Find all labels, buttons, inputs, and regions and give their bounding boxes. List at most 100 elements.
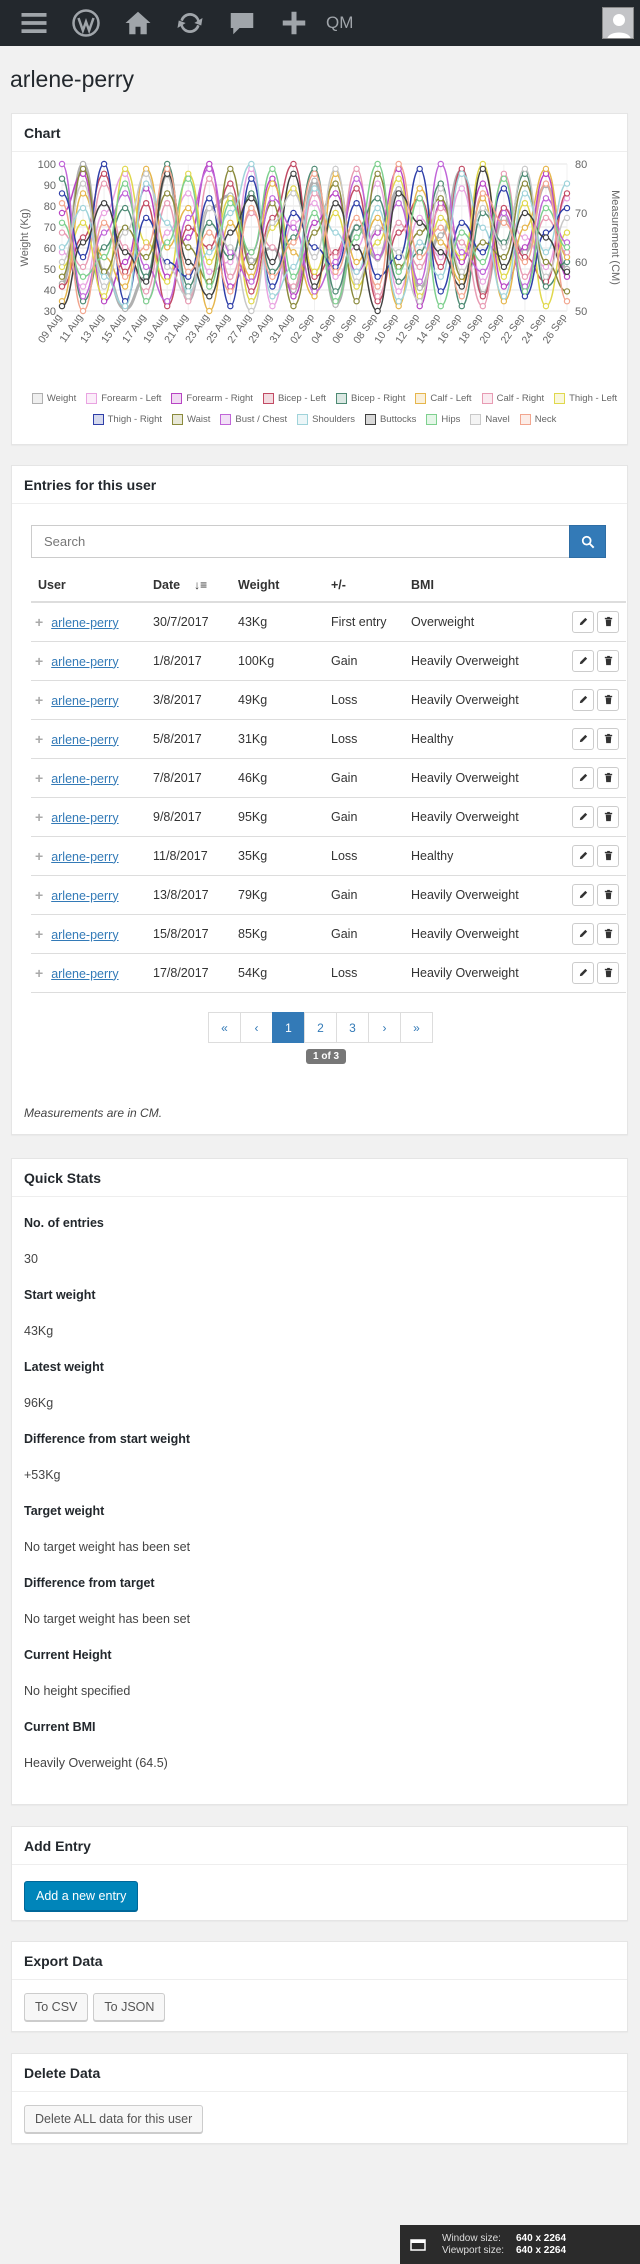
delete-entry-button[interactable] xyxy=(597,805,619,828)
pencil-icon xyxy=(579,734,587,743)
expand-row-icon[interactable]: + xyxy=(35,965,43,981)
legend-item[interactable]: Bust / Chest xyxy=(220,414,287,425)
column-header-date[interactable]: Date ↓≡ xyxy=(146,568,231,603)
series-point xyxy=(121,190,129,197)
menu-toggle-icon[interactable] xyxy=(8,0,60,46)
edit-entry-button[interactable] xyxy=(572,688,594,711)
home-icon[interactable] xyxy=(112,0,164,46)
user-link[interactable]: arlene-perry xyxy=(51,850,118,864)
expand-row-icon[interactable]: + xyxy=(35,887,43,903)
legend-item[interactable]: Thigh - Right xyxy=(92,414,162,425)
edit-entry-button[interactable] xyxy=(572,805,594,828)
user-link[interactable]: arlene-perry xyxy=(51,967,118,981)
cell-actions xyxy=(564,797,626,837)
user-link[interactable]: arlene-perry xyxy=(51,928,118,942)
edit-entry-button[interactable] xyxy=(572,766,594,789)
export-csv-button[interactable]: To CSV xyxy=(24,1993,89,2021)
delete-entry-button[interactable] xyxy=(597,649,619,672)
export-json-button[interactable]: To JSON xyxy=(93,1993,166,2021)
page-first-button[interactable]: « xyxy=(208,1012,241,1043)
delete-entry-button[interactable] xyxy=(597,883,619,906)
user-link[interactable]: arlene-perry xyxy=(51,655,118,669)
delete-entry-button[interactable] xyxy=(597,961,619,984)
new-content-icon[interactable] xyxy=(268,0,320,46)
legend-swatch xyxy=(415,393,427,404)
user-link[interactable]: arlene-perry xyxy=(51,694,118,708)
legend-item[interactable]: Waist xyxy=(172,414,210,425)
delete-entry-button[interactable] xyxy=(597,610,619,633)
delete-all-data-button[interactable]: Delete ALL data for this user xyxy=(24,2105,204,2133)
page-3-button[interactable]: 3 xyxy=(336,1012,369,1043)
expand-row-icon[interactable]: + xyxy=(35,614,43,630)
page-1-button[interactable]: 1 xyxy=(272,1012,305,1043)
series-point xyxy=(185,234,192,241)
legend-swatch xyxy=(336,393,347,404)
updates-icon[interactable] xyxy=(164,0,216,46)
y2-tick-label: 70 xyxy=(575,208,587,220)
expand-row-icon[interactable]: + xyxy=(35,653,43,669)
series-point xyxy=(542,273,550,280)
page-last-button[interactable]: » xyxy=(400,1012,433,1043)
legend-item[interactable]: Calf - Right xyxy=(481,393,544,404)
delete-entry-button[interactable] xyxy=(597,727,619,750)
stat-label-target-weight: Target weight xyxy=(24,1504,105,1518)
user-link[interactable]: arlene-perry xyxy=(51,733,118,747)
expand-row-icon[interactable]: + xyxy=(35,731,43,747)
delete-entry-button[interactable] xyxy=(597,766,619,789)
cell-weight: 95Kg xyxy=(231,797,324,837)
series-point xyxy=(206,165,213,173)
column-header-change[interactable]: +/- xyxy=(324,568,404,603)
comments-icon[interactable] xyxy=(216,0,268,46)
expand-row-icon[interactable]: + xyxy=(35,770,43,786)
stat-label-start-weight: Start weight xyxy=(24,1288,96,1302)
expand-row-icon[interactable]: + xyxy=(35,848,43,864)
edit-entry-button[interactable] xyxy=(572,649,594,672)
delete-entry-button[interactable] xyxy=(597,922,619,945)
edit-entry-button[interactable] xyxy=(572,610,594,633)
edit-entry-button[interactable] xyxy=(572,883,594,906)
search-input[interactable] xyxy=(31,525,569,558)
add-new-entry-button[interactable]: Add a new entry xyxy=(24,1881,139,1911)
column-header-bmi[interactable]: BMI xyxy=(404,568,564,603)
page-next-button[interactable]: › xyxy=(368,1012,401,1043)
expand-row-icon[interactable]: + xyxy=(35,926,43,942)
series-point xyxy=(206,283,213,290)
edit-entry-button[interactable] xyxy=(572,961,594,984)
stat-value-current-height: No height specified xyxy=(24,1684,131,1698)
legend-item[interactable]: Neck xyxy=(519,414,556,425)
legend-item[interactable]: Thigh - Left xyxy=(554,393,617,404)
edit-entry-button[interactable] xyxy=(572,844,594,867)
column-header-weight[interactable]: Weight xyxy=(231,568,324,603)
legend-item[interactable]: Forearm - Right xyxy=(171,393,253,404)
legend-item[interactable]: Forearm - Left xyxy=(86,393,161,404)
legend-item[interactable]: Hips xyxy=(426,414,460,425)
user-link[interactable]: arlene-perry xyxy=(51,811,118,825)
user-link[interactable]: arlene-perry xyxy=(51,616,118,630)
query-monitor-link[interactable]: QM xyxy=(320,13,353,33)
user-link[interactable]: arlene-perry xyxy=(51,889,118,903)
legend-item[interactable]: Weight xyxy=(31,393,76,404)
legend-item[interactable]: Navel xyxy=(470,414,510,425)
search-button[interactable] xyxy=(569,525,606,558)
cell-user: + arlene-perry xyxy=(31,719,146,759)
legend-item[interactable]: Buttocks xyxy=(364,414,416,425)
page-2-button[interactable]: 2 xyxy=(304,1012,337,1043)
expand-row-icon[interactable]: + xyxy=(35,809,43,825)
wordpress-logo-icon[interactable] xyxy=(60,0,112,46)
legend-label: Thigh - Left xyxy=(569,393,618,404)
expand-row-icon[interactable]: + xyxy=(35,692,43,708)
edit-entry-button[interactable] xyxy=(572,922,594,945)
legend-item[interactable]: Bicep - Left xyxy=(262,393,326,404)
column-header-user[interactable]: User xyxy=(31,568,146,603)
edit-entry-button[interactable] xyxy=(572,727,594,750)
legend-item[interactable]: Shoulders xyxy=(297,414,355,425)
user-avatar[interactable] xyxy=(602,7,634,39)
series-point xyxy=(416,165,423,173)
delete-entry-button[interactable] xyxy=(597,688,619,711)
user-link[interactable]: arlene-perry xyxy=(51,772,118,786)
page-prev-button[interactable]: ‹ xyxy=(240,1012,273,1043)
legend-item[interactable]: Calf - Left xyxy=(415,393,472,404)
delete-entry-button[interactable] xyxy=(597,844,619,867)
series-point xyxy=(79,307,87,315)
legend-item[interactable]: Bicep - Right xyxy=(336,393,405,404)
